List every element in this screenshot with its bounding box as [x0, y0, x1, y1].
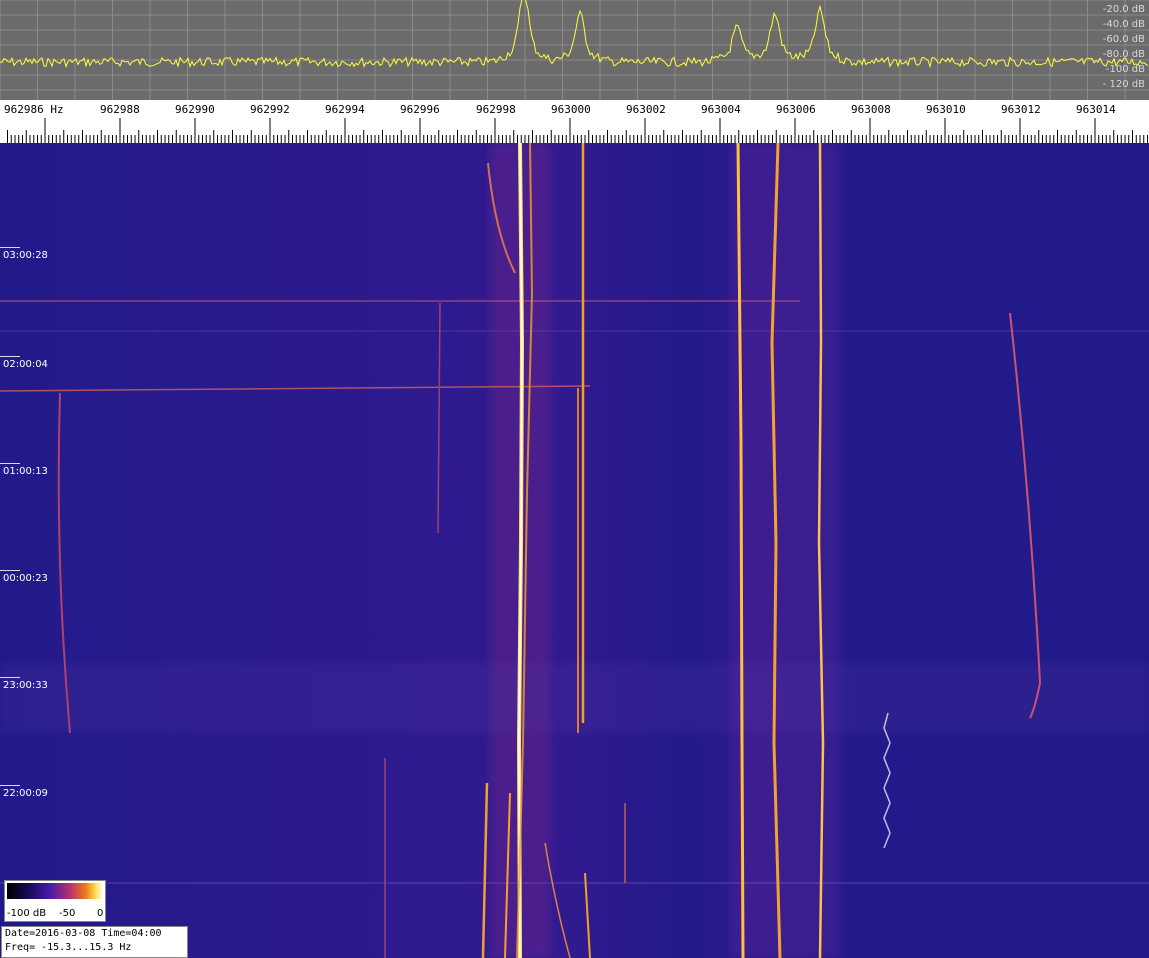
- time-tick: [0, 677, 20, 678]
- legend-mid-label: -50: [59, 908, 76, 919]
- time-label: 02:00:04: [3, 359, 48, 370]
- freq-label: 962988: [100, 103, 140, 116]
- freq-label: 963010: [926, 103, 966, 116]
- time-tick: [0, 356, 20, 357]
- spectrum-panel[interactable]: -20.0 dB -40.0 dB -60.0 dB -80.0 dB -100…: [0, 0, 1149, 100]
- glow-band: [0, 663, 1149, 733]
- legend-min-label: -100 dB: [7, 908, 47, 919]
- date-time-text: Date=2016-03-08 Time=04:00: [5, 928, 162, 939]
- waterfall-signals: [0, 143, 1149, 958]
- db-label: -60.0 dB: [1102, 34, 1145, 45]
- color-scale-legend: -100 dB -50 0: [4, 880, 106, 922]
- db-label: -20.0 dB: [1102, 4, 1145, 15]
- time-label: 00:00:23: [3, 573, 48, 584]
- time-label: 01:00:13: [3, 466, 48, 477]
- legend-max-label: 0: [97, 908, 104, 919]
- time-label: 03:00:28: [3, 250, 48, 261]
- freq-label: 962992: [250, 103, 290, 116]
- glow-band: [730, 143, 840, 958]
- spectrum-trace: [0, 0, 1149, 69]
- signal-trace: [883, 712, 891, 849]
- freq-label: 962986 Hz: [4, 103, 64, 116]
- db-label: - 120 dB: [1102, 79, 1145, 90]
- db-label: -100 dB: [1105, 64, 1145, 75]
- signal-trace: [584, 872, 591, 958]
- freq-label: 963012: [1001, 103, 1041, 116]
- freq-label: 962994: [325, 103, 365, 116]
- freq-range-text: Freq= -15.3...15.3 Hz: [5, 942, 132, 953]
- db-label: -40.0 dB: [1102, 19, 1145, 30]
- freq-label: 963004: [701, 103, 741, 116]
- waterfall-display[interactable]: 03:00:28 02:00:04 01:00:13 00:00:23 23:0…: [0, 143, 1149, 958]
- freq-label: 963006: [776, 103, 816, 116]
- freq-label: 963002: [626, 103, 666, 116]
- time-tick: [0, 247, 20, 248]
- info-box: Date=2016-03-08 Time=04:00 Freq= -15.3..…: [1, 926, 188, 958]
- time-tick: [0, 785, 20, 786]
- spectrum-plot: [0, 0, 1149, 100]
- color-scale-bar: [7, 883, 103, 899]
- freq-label: 963008: [851, 103, 891, 116]
- time-tick: [0, 463, 20, 464]
- freq-label: 963000: [551, 103, 591, 116]
- db-label: -80.0 dB: [1102, 49, 1145, 60]
- freq-label: 963014: [1076, 103, 1116, 116]
- freq-label: 962998: [476, 103, 516, 116]
- freq-label: 962996: [400, 103, 440, 116]
- signal-trace: [481, 782, 489, 958]
- time-tick: [0, 570, 20, 571]
- time-label: 23:00:33: [3, 680, 48, 691]
- frequency-axis: 962986 Hz 962988 962990 962992 962994 96…: [0, 100, 1149, 143]
- freq-label: 962990: [175, 103, 215, 116]
- signal-trace: [1009, 312, 1042, 719]
- signal-trace: [437, 302, 441, 534]
- time-label: 22:00:09: [3, 788, 48, 799]
